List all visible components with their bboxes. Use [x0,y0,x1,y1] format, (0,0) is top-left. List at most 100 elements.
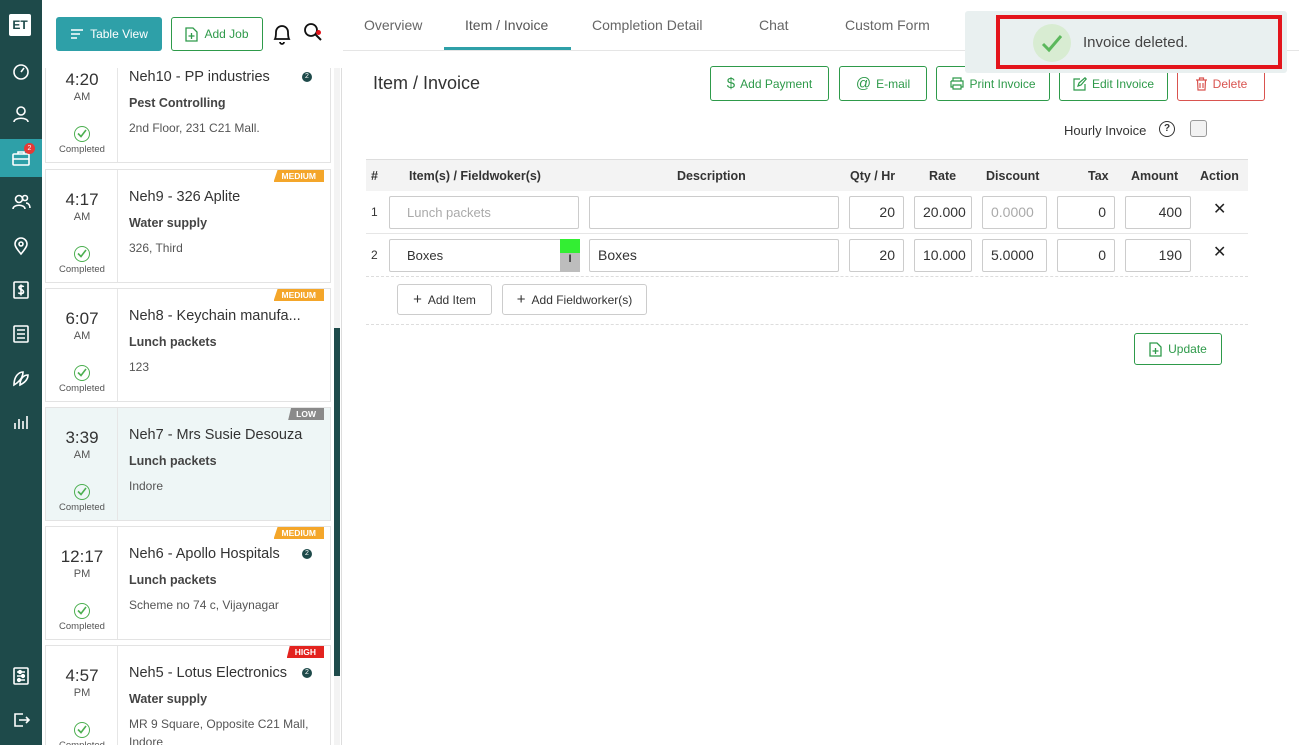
user-icon[interactable] [0,95,42,133]
col-rate: Rate [929,169,957,183]
col-description: Description [677,169,746,183]
priority-badge: MEDIUM [273,289,324,301]
tax-input[interactable]: 0 [1057,196,1115,229]
table-row: 1 Lunch packets 20 20.000 0.0000 0 400 ✕ [366,191,1248,234]
job-service: Lunch packets [129,573,217,587]
tab-item-invoice[interactable]: Item / Invoice [465,17,548,33]
job-card[interactable]: 3:39 AM Completed Neh7 - Mrs Susie Desouza L… [45,407,331,521]
print-invoice-label: Print Invoice [969,76,1036,91]
tab-completion-detail[interactable]: Completion Detail [592,17,703,33]
section-title: Item / Invoice [373,73,481,93]
add-payment-button[interactable]: $ Add Payment [710,66,829,101]
job-list-scrollbar-thumb[interactable] [334,328,340,676]
job-service: Pest Controlling [129,96,226,110]
users-icon[interactable] [0,183,42,221]
item-input[interactable]: Boxes [389,239,579,272]
update-button[interactable]: Update [1134,333,1222,365]
qty-input[interactable]: 20 [849,196,904,229]
notifications-badge: 2 [24,143,35,154]
remove-row-button[interactable]: ✕ [1213,199,1226,219]
hourly-invoice-checkbox[interactable] [1190,120,1207,137]
job-card[interactable]: 4:57 PM Completed Neh5 - Lotus Electronics W… [45,645,331,745]
job-address: MR 9 Square, Opposite C21 Mall, Indore [129,717,309,745]
job-card[interactable]: 12:17 PM Completed Neh6 - Apollo Hospitals L… [45,526,331,640]
job-time: 4:20 [65,70,99,89]
job-title: Neh10 - PP industries [129,69,270,85]
job-card[interactable]: 6:07 AM Completed Neh8 - Keychain manufa...… [45,288,331,402]
map-pin-icon[interactable] [0,227,42,265]
app-logo: ET [9,14,31,36]
discount-input[interactable]: 0.0000 [982,196,1047,229]
job-title: Neh5 - Lotus Electronics [129,665,287,681]
rate-input[interactable]: 20.000 [914,196,972,229]
job-address: Indore [129,479,164,493]
job-service: Lunch packets [129,335,217,349]
help-icon[interactable]: ? [1159,121,1175,137]
job-ampm: AM [73,211,91,223]
discount-input[interactable]: 5.0000 [982,239,1047,272]
description-input[interactable] [589,196,839,229]
add-job-button[interactable]: Add Job [171,17,263,51]
col-number: # [371,169,378,183]
app-window: ET 2 4:20 AM Completed Neh10 - PP indust… [0,0,1299,745]
tab-custom-form[interactable]: Custom Form [845,17,930,33]
description-input[interactable]: Boxes [589,239,839,272]
add-item-button[interactable]: + Add Item [397,284,492,315]
job-status: Completed [59,383,105,394]
email-label: E-mail [876,76,911,91]
briefcase-icon[interactable]: 2 [0,139,42,177]
job-list[interactable]: 4:20 AM Completed Neh10 - PP industries Pest… [45,50,331,745]
bar-chart-icon[interactable] [0,403,42,441]
priority-badge: MEDIUM [273,527,324,539]
dollar-icon: $ [726,75,736,92]
job-time-column: 12:17 PM Completed [46,527,118,639]
trash-icon [1195,76,1207,91]
item-input[interactable]: Lunch packets [389,196,579,229]
leaf-icon[interactable] [0,359,42,397]
job-ampm: PM [73,568,91,580]
job-service: Water supply [129,692,208,706]
table-view-button[interactable]: Table View [56,17,162,51]
job-title: Neh8 - Keychain manufa... [129,308,301,324]
job-time: 4:17 [65,190,99,209]
qty-input[interactable]: 20 [849,239,904,272]
logout-icon[interactable] [0,701,42,739]
tax-input[interactable]: 0 [1057,239,1115,272]
dashboard-icon[interactable] [0,52,42,90]
delete-label: Delete [1212,76,1248,91]
job-time: 12:17 [60,547,104,566]
info-dot-icon: 2 [302,549,312,559]
info-dot-icon: 2 [302,668,312,678]
amount-input[interactable]: 190 [1125,239,1191,272]
plus-icon: + [413,291,422,308]
job-status: Completed [59,264,105,275]
list-icon[interactable] [0,315,42,353]
priority-badge: MEDIUM [273,170,324,182]
col-qty: Qty / Hr [850,169,896,183]
table-divider [366,324,1248,325]
amount-input[interactable]: 400 [1125,196,1191,229]
dollar-icon[interactable] [0,271,42,309]
completed-check-icon [74,722,90,738]
remove-row-button[interactable]: ✕ [1213,242,1226,262]
job-ampm: AM [73,449,91,461]
add-file-icon [185,26,199,42]
rate-input[interactable]: 10.000 [914,239,972,272]
tab-overview[interactable]: Overview [364,17,422,33]
add-fieldworker-button[interactable]: + Add Fieldworker(s) [502,284,647,315]
printer-icon [950,77,965,90]
job-list-panel: 4:20 AM Completed Neh10 - PP industries Pest… [42,0,342,745]
job-time-column: 4:17 AM Completed [46,170,118,282]
add-file-icon [1149,341,1162,357]
tab-chat[interactable]: Chat [759,17,789,33]
job-status: Completed [46,740,118,745]
bell-icon[interactable] [271,22,293,46]
add-item-label: Add Item [427,292,476,307]
search-icon[interactable] [303,22,325,44]
job-card[interactable]: 4:17 AM Completed Neh9 - 326 Aplite Water su… [45,169,331,283]
job-time: 3:39 [65,428,99,447]
job-time-column: 4:57 PM Completed [46,646,118,745]
active-tab-indicator [444,47,571,50]
settings-icon[interactable] [0,657,42,695]
email-button[interactable]: @ E-mail [839,66,927,101]
